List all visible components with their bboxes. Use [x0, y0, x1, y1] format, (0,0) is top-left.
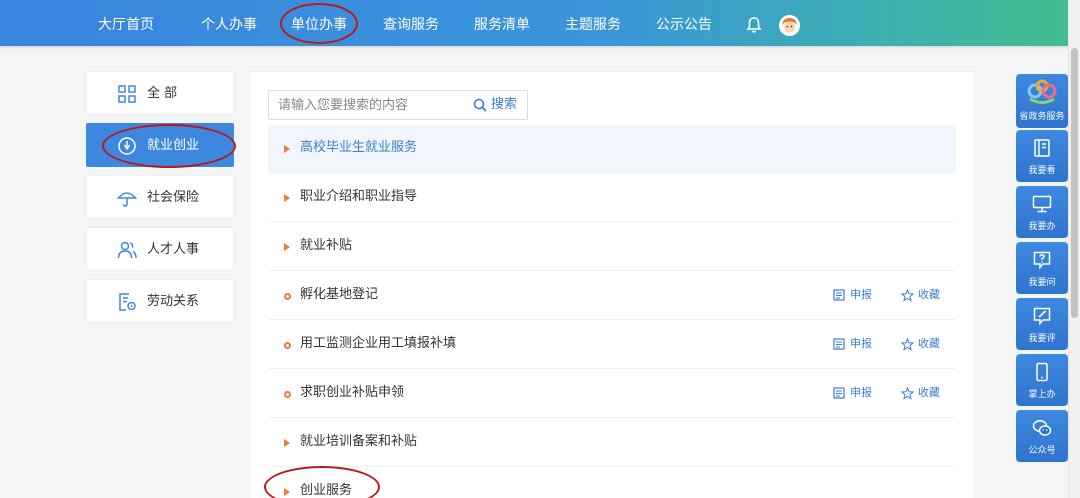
service-label: 孵化基地登记: [300, 287, 379, 302]
service-label: 职业介绍和职业指导: [300, 189, 418, 204]
form-icon: [833, 289, 845, 301]
service-item-incubator-registration[interactable]: 孵化基地登记 申报 收藏: [268, 272, 956, 320]
category-label: 人才人事: [147, 242, 200, 257]
wechat-icon: [1032, 420, 1052, 436]
bullet-circle-icon: [284, 342, 291, 349]
service-label: 就业培训备案和补贴: [300, 434, 418, 449]
toolbar-label: 我要办: [1028, 222, 1056, 232]
document-gear-icon: [119, 293, 136, 311]
expand-triangle-icon: [284, 243, 290, 251]
toolbar-gov-service[interactable]: 省政务服务: [1016, 74, 1068, 128]
apply-button[interactable]: 申报: [833, 272, 872, 318]
search-button[interactable]: 搜索: [473, 91, 517, 119]
edit-icon: [1033, 307, 1051, 326]
toolbar-review[interactable]: 我要评: [1016, 298, 1068, 350]
toolbar-label: 我要问: [1028, 278, 1056, 288]
search-icon: [473, 98, 487, 112]
category-employment[interactable]: 就业创业: [86, 123, 234, 167]
expand-triangle-icon: [284, 488, 290, 496]
top-nav-bar: 大厅首页 个人办事 单位办事 查询服务 服务清单 主题服务 公示公告: [0, 0, 1080, 46]
toolbar-ask[interactable]: 我要问: [1016, 242, 1068, 294]
mobile-icon: [1036, 362, 1048, 382]
scroll-thumb[interactable]: [1071, 48, 1078, 318]
service-group-graduate-employment[interactable]: 高校毕业生就业服务: [268, 125, 956, 173]
category-label: 劳动关系: [147, 294, 200, 309]
apply-button[interactable]: 申报: [833, 321, 872, 367]
toolbar-label: 我要评: [1028, 334, 1056, 344]
nav-item-hall-home[interactable]: 大厅首页: [98, 0, 154, 46]
nav-item-query[interactable]: 查询服务: [383, 0, 439, 46]
service-group-training[interactable]: 就业培训备案和补贴: [268, 419, 956, 467]
nav-item-personal[interactable]: 个人办事: [201, 0, 257, 46]
star-icon: [901, 338, 914, 351]
category-labor-relations[interactable]: 劳动关系: [86, 279, 234, 323]
service-label: 用工监测企业用工填报补填: [300, 336, 457, 351]
apply-button[interactable]: 申报: [833, 370, 872, 416]
nav-item-notice[interactable]: 公示公告: [656, 0, 712, 46]
nav-item-service-list[interactable]: 服务清单: [474, 0, 530, 46]
grid-icon: [118, 85, 136, 103]
service-group-career-guidance[interactable]: 职业介绍和职业指导: [268, 174, 956, 222]
umbrella-icon: [117, 192, 137, 207]
favorite-button[interactable]: 收藏: [901, 272, 940, 318]
bell-icon[interactable]: [745, 16, 763, 34]
service-label: 创业服务: [300, 483, 353, 498]
favorite-button[interactable]: 收藏: [901, 321, 940, 367]
service-label: 就业补贴: [300, 238, 353, 253]
category-all[interactable]: 全 部: [86, 71, 234, 115]
form-icon: [833, 338, 845, 350]
page-scrollbar[interactable]: [1068, 0, 1080, 498]
toolbar-wechat[interactable]: 公众号: [1016, 410, 1068, 462]
bullet-circle-icon: [284, 391, 291, 398]
bullet-circle-icon: [284, 293, 291, 300]
service-group-employment-subsidy[interactable]: 就业补贴: [268, 223, 956, 271]
expand-triangle-icon: [284, 145, 290, 153]
category-social-insurance[interactable]: 社会保险: [86, 175, 234, 219]
form-icon: [833, 387, 845, 399]
service-group-startup[interactable]: 创业服务: [268, 468, 956, 498]
book-icon: [1034, 139, 1050, 157]
nav-item-theme[interactable]: 主题服务: [565, 0, 621, 46]
employment-icon: [118, 137, 136, 155]
category-label: 就业创业: [147, 138, 200, 153]
service-item-job-startup-subsidy[interactable]: 求职创业补贴申领 申报 收藏: [268, 370, 956, 418]
service-label: 高校毕业生就业服务: [300, 140, 418, 155]
search-button-label: 搜索: [491, 97, 518, 112]
question-icon: [1033, 251, 1051, 270]
favorite-button[interactable]: 收藏: [901, 370, 940, 416]
nav-item-unit[interactable]: 单位办事: [291, 0, 347, 46]
toolbar-label: 公众号: [1028, 446, 1056, 456]
gov-logo-icon: [1027, 79, 1057, 104]
category-label: 全 部: [147, 86, 178, 101]
toolbar-label: 我要看: [1028, 166, 1056, 176]
avatar[interactable]: [779, 15, 800, 36]
category-label: 社会保险: [147, 190, 200, 205]
toolbar-mobile[interactable]: 掌上办: [1016, 354, 1068, 406]
toolbar-view[interactable]: 我要看: [1016, 130, 1068, 182]
star-icon: [901, 289, 914, 302]
search-input[interactable]: [269, 91, 465, 119]
expand-triangle-icon: [284, 194, 290, 202]
star-icon: [901, 387, 914, 400]
toolbar-label: 省政务服务: [1019, 112, 1065, 122]
monitor-icon: [1032, 195, 1052, 213]
search-box: 搜索: [268, 90, 528, 120]
service-item-employment-monitoring[interactable]: 用工监测企业用工填报补填 申报 收藏: [268, 321, 956, 369]
toolbar-label: 掌上办: [1028, 390, 1056, 400]
expand-triangle-icon: [284, 439, 290, 447]
category-talent[interactable]: 人才人事: [86, 227, 234, 271]
service-label: 求职创业补贴申领: [300, 385, 405, 400]
avatar-face-icon: [779, 15, 800, 36]
toolbar-handle[interactable]: 我要办: [1016, 186, 1068, 238]
people-icon: [117, 241, 137, 259]
